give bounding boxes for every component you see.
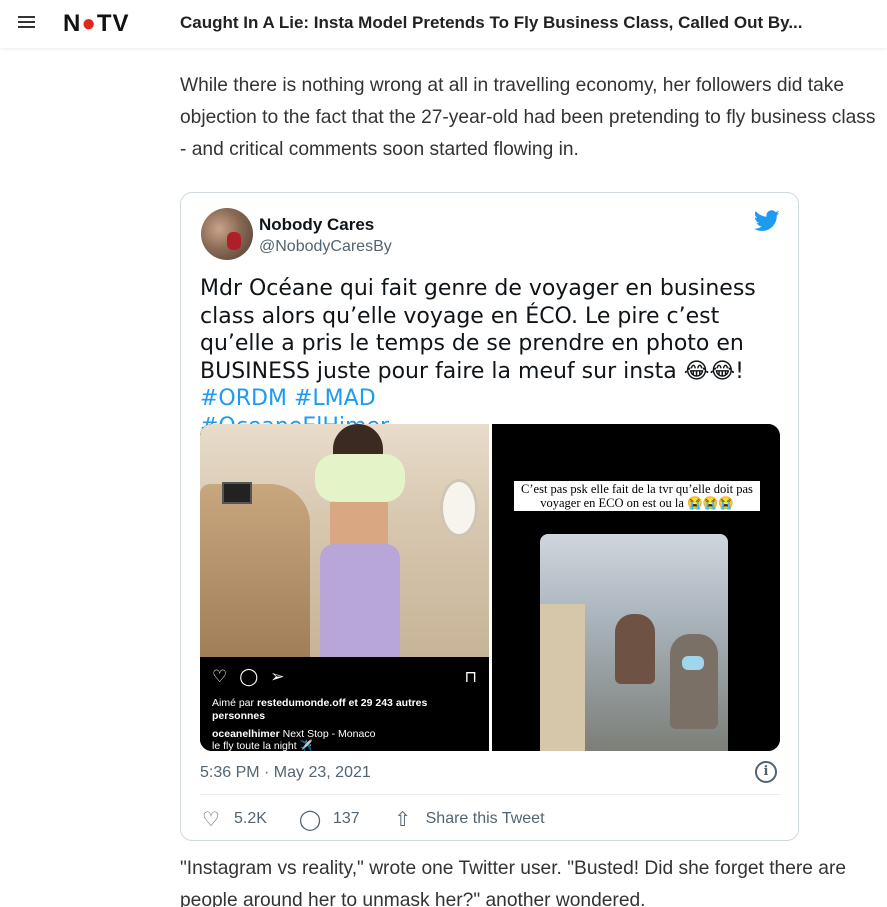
economy-story-screenshot[interactable]: C’est pas psk elle fait de la tvr qu’ell… bbox=[492, 424, 780, 751]
twitter-bird-icon[interactable] bbox=[754, 210, 780, 232]
site-header: N●TV Caught In A Lie: Insta Model Preten… bbox=[0, 0, 887, 48]
hashtag-link[interactable]: #LMAD bbox=[294, 386, 376, 411]
bookmark-icon: ⊓ bbox=[464, 669, 477, 686]
article-headline: Caught In A Lie: Insta Model Pretends To… bbox=[180, 13, 803, 32]
reply-count: 137 bbox=[332, 810, 360, 827]
tweet-text-body: Mdr Océane qui fait genre de voyager en … bbox=[200, 276, 756, 384]
tweet-exclaim: ! bbox=[735, 358, 744, 384]
hashtag-link[interactable]: #ORDM bbox=[200, 386, 287, 411]
economy-cabin-photo bbox=[540, 534, 728, 751]
instagram-likes-text: Aimé par restedumonde.off et 29 243 autr… bbox=[212, 697, 428, 722]
comment-icon: ◯ bbox=[239, 667, 259, 686]
like-button[interactable]: ♡ 5.2K bbox=[200, 807, 267, 832]
tweet-author-name[interactable]: Nobody Cares bbox=[259, 215, 374, 235]
embedded-tweet[interactable]: Nobody Cares @NobodyCaresBy Mdr Océane q… bbox=[180, 192, 799, 841]
tweet-text: Mdr Océane qui fait genre de voyager en … bbox=[200, 275, 780, 440]
like-count: 5.2K bbox=[234, 810, 267, 827]
info-icon[interactable]: i bbox=[755, 761, 777, 783]
article-paragraph: While there is nothing wrong at all in t… bbox=[180, 75, 876, 160]
heart-icon: ♡ bbox=[202, 808, 220, 831]
share-label: Share this Tweet bbox=[425, 810, 545, 827]
ndtv-logo[interactable]: N●TV bbox=[63, 10, 130, 38]
share-button[interactable]: ⇧ Share this Tweet bbox=[392, 807, 545, 832]
send-icon: ➢ bbox=[270, 667, 285, 686]
instagram-action-bar: ♡ ◯ ➢ ⊓ Aimé par restedumonde.off et 29 … bbox=[200, 657, 489, 751]
share-icon: ⇧ bbox=[394, 808, 411, 831]
tweet-author-handle[interactable]: @NobodyCaresBy bbox=[259, 238, 392, 256]
article-paragraph: "Instagram vs reality," wrote one Twitte… bbox=[180, 858, 847, 907]
business-cabin-photo bbox=[200, 424, 489, 657]
avatar[interactable] bbox=[201, 208, 253, 260]
tweet-timestamp[interactable]: 5:36 PM · May 23, 2021 bbox=[200, 764, 371, 782]
tweet-actions: ♡ 5.2K ◯ 137 ⇧ Share this Tweet bbox=[200, 806, 545, 832]
instagram-screenshot[interactable]: ♡ ◯ ➢ ⊓ Aimé par restedumonde.off et 29 … bbox=[200, 424, 489, 751]
story-caption: C’est pas psk elle fait de la tvr qu’ell… bbox=[514, 481, 760, 511]
reply-button[interactable]: ◯ 137 bbox=[299, 807, 360, 832]
hamburger-menu-icon[interactable] bbox=[18, 13, 38, 33]
tweet-media[interactable]: ♡ ◯ ➢ ⊓ Aimé par restedumonde.off et 29 … bbox=[200, 424, 780, 751]
speech-bubble-icon: ◯ bbox=[298, 808, 322, 831]
heart-icon: ♡ bbox=[212, 667, 228, 686]
instagram-caption: oceanelhimer Next Stop - Monaco le fly to… bbox=[212, 728, 376, 751]
tweet-emoji: 😂😂 bbox=[683, 358, 736, 384]
